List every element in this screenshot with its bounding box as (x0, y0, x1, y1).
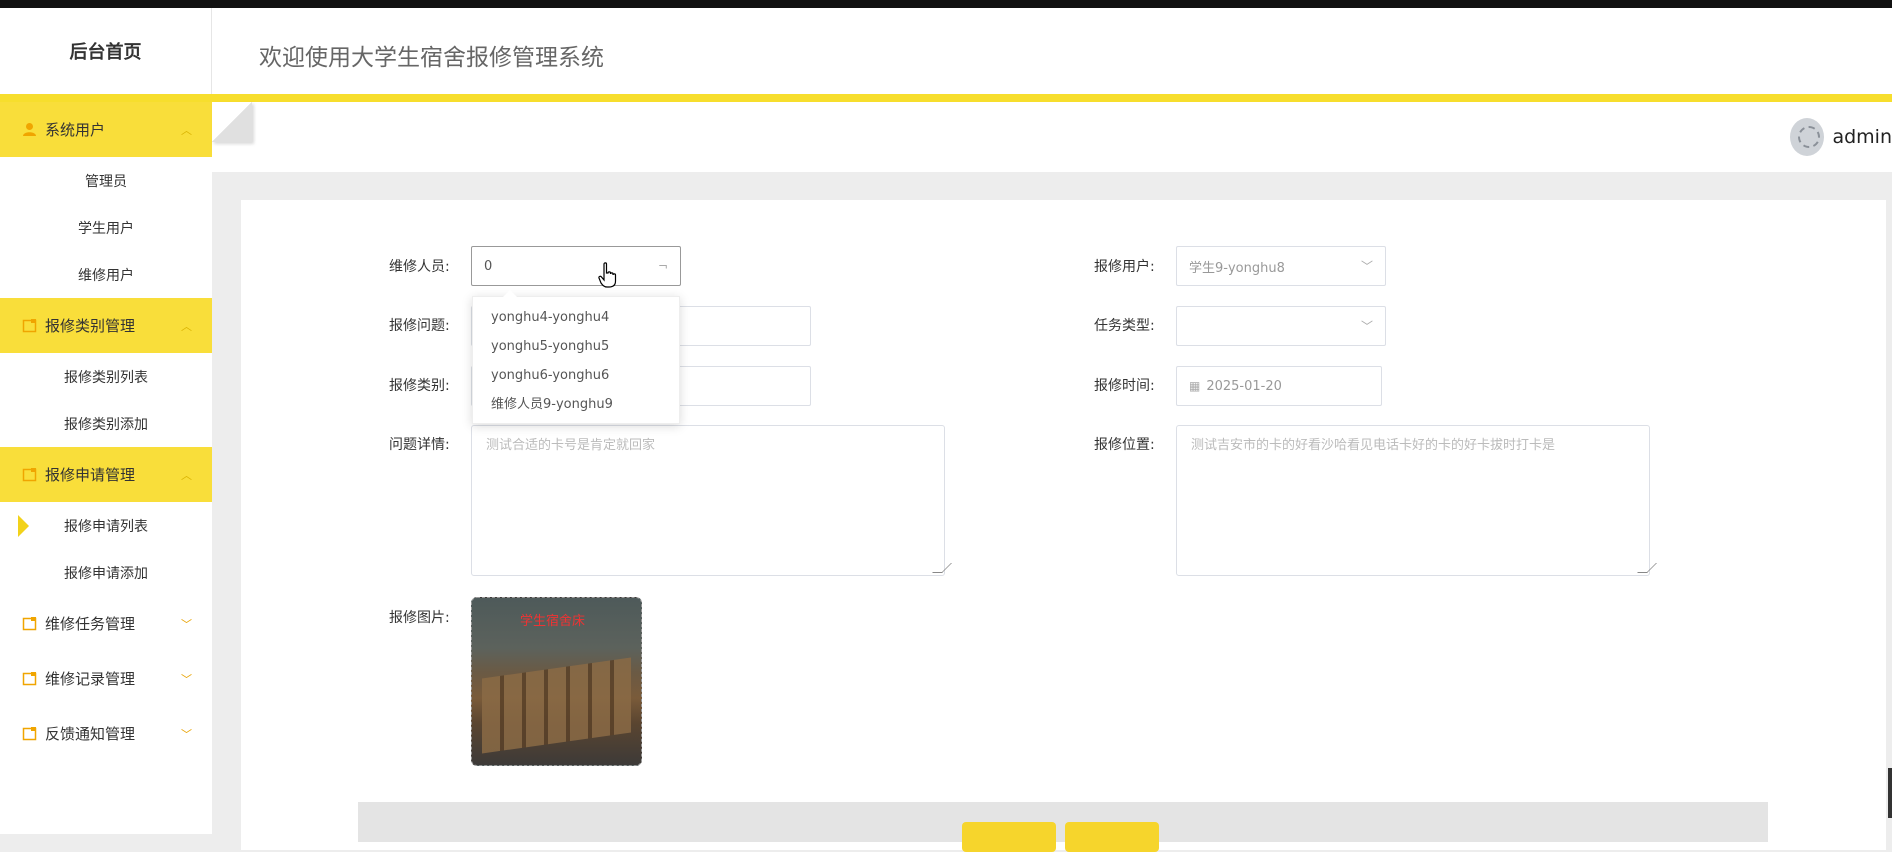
repair-photo[interactable]: 学生宿舍床 (471, 597, 642, 766)
menu-group-label: 报修类别管理 (45, 317, 136, 335)
sidebar-item-repair-users[interactable]: 维修用户 (0, 251, 212, 298)
dropdown-option[interactable]: yonghu6-yonghu6 (473, 361, 679, 390)
calendar-icon: ▦ (1189, 379, 1201, 393)
reporter-label: 报修用户: (1094, 259, 1155, 275)
repairer-label: 维修人员: (389, 259, 450, 275)
window-top-bar (0, 0, 1892, 8)
folder-icon (22, 671, 37, 686)
username: admin (1832, 126, 1892, 148)
chevron-down-icon: ﹀ (1360, 319, 1373, 334)
cancel-button[interactable] (1065, 822, 1159, 852)
task-type-label: 任务类型: (1094, 318, 1155, 334)
image-label: 报修图片: (389, 610, 450, 626)
menu-group-label: 报修申请管理 (45, 466, 136, 484)
chevron-down-icon: ﹀ (181, 672, 192, 686)
folder-icon (22, 726, 37, 741)
report-time-value: 2025-01-20 (1206, 378, 1282, 394)
active-pointer-icon (18, 514, 29, 537)
sidebar-item-category-list[interactable]: 报修类别列表 (0, 353, 212, 400)
menu-group-label: 维修任务管理 (45, 615, 136, 633)
chevron-up-icon: ︿ (181, 468, 192, 482)
menu-group-feedback[interactable]: 反馈通知管理 ﹀ (0, 706, 212, 761)
menu-group-label: 系统用户 (45, 121, 106, 139)
folder-icon (22, 318, 37, 333)
collapse-toggle[interactable] (212, 102, 252, 142)
category-label: 报修类别: (389, 378, 450, 394)
repairer-value: 0 (484, 258, 493, 274)
repairer-select[interactable]: 0 ¬ (471, 246, 681, 286)
menu-group-repair-request[interactable]: 报修申请管理 ︿ (0, 447, 212, 502)
chevron-up-icon: ︿ (181, 319, 192, 333)
user-menu[interactable]: admin (1790, 118, 1892, 156)
scrollbar-thumb[interactable] (1888, 768, 1892, 818)
chevron-down-icon: ﹀ (181, 617, 192, 631)
menu-group-repair-record[interactable]: 维修记录管理 ﹀ (0, 651, 212, 706)
dropdown-option[interactable]: 维修人员9-yonghu9 (473, 390, 679, 419)
menu-group-repair-category[interactable]: 报修类别管理 ︿ (0, 298, 212, 353)
repairer-dropdown: yonghu4-yonghu4 yonghu5-yonghu5 yonghu6-… (472, 290, 680, 424)
dropdown-option[interactable]: yonghu4-yonghu4 (473, 303, 679, 332)
folder-icon (22, 616, 37, 631)
photo-caption: 学生宿舍床 (520, 614, 586, 629)
reporter-select[interactable]: 学生9-yonghu8 ﹀ (1176, 246, 1386, 286)
chevron-icon: ¬ (657, 259, 668, 273)
report-time-picker[interactable]: ▦ 2025-01-20 (1176, 366, 1382, 406)
details-textarea[interactable]: 测试合适的卡号是肯定就回家 (471, 425, 952, 576)
hand-cursor-icon (598, 262, 618, 288)
menu-group-label: 反馈通知管理 (45, 725, 136, 743)
dropdown-option[interactable]: yonghu5-yonghu5 (473, 332, 679, 361)
chevron-up-icon: ︿ (181, 123, 192, 137)
sidebar: 系统用户 ︿ 管理员 学生用户 维修用户 报修类别管理 ︿ 报修类别列表 报修类… (0, 102, 212, 834)
submit-button[interactable] (962, 822, 1056, 852)
location-label: 报修位置: (1094, 437, 1155, 453)
menu-group-repair-task[interactable]: 维修任务管理 ﹀ (0, 596, 212, 651)
folder-icon (22, 467, 37, 482)
location-textarea[interactable]: 测试吉安市的卡的好看沙哈看见电话卡好的卡的好卡拔时打卡是 (1176, 425, 1657, 576)
sidebar-item-admins[interactable]: 管理员 (0, 157, 212, 204)
sidebar-item-request-list[interactable]: 报修申请列表 (0, 502, 212, 549)
accent-strip (0, 94, 1892, 102)
sidebar-item-label: 报修申请列表 (64, 518, 148, 535)
avatar (1790, 118, 1825, 156)
button-bar (358, 802, 1768, 842)
site-title: 欢迎使用大学生宿舍报修管理系统 (259, 45, 604, 71)
sidebar-item-student-users[interactable]: 学生用户 (0, 204, 212, 251)
chevron-down-icon: ﹀ (181, 727, 192, 741)
report-time-label: 报修时间: (1094, 378, 1155, 394)
chevron-down-icon: ﹀ (1360, 259, 1373, 274)
menu-group-system-users[interactable]: 系统用户 ︿ (0, 102, 212, 157)
details-label: 问题详情: (389, 437, 450, 453)
issue-label: 报修问题: (389, 318, 450, 334)
details-placeholder: 测试合适的卡号是肯定就回家 (486, 438, 656, 453)
content-toolbar: admin (212, 102, 1892, 172)
brand-home-link[interactable]: 后台首页 (0, 8, 212, 94)
bed-slats (482, 657, 631, 754)
header: 后台首页 欢迎使用大学生宿舍报修管理系统 (0, 8, 1892, 94)
menu-group-label: 维修记录管理 (45, 670, 136, 688)
location-placeholder: 测试吉安市的卡的好看沙哈看见电话卡好的卡的好卡拔时打卡是 (1191, 438, 1556, 453)
task-type-select[interactable]: ﹀ (1176, 306, 1386, 346)
user-icon (22, 122, 37, 137)
reporter-value: 学生9-yonghu8 (1189, 260, 1285, 276)
sidebar-item-request-add[interactable]: 报修申请添加 (0, 549, 212, 596)
sidebar-item-category-add[interactable]: 报修类别添加 (0, 400, 212, 447)
